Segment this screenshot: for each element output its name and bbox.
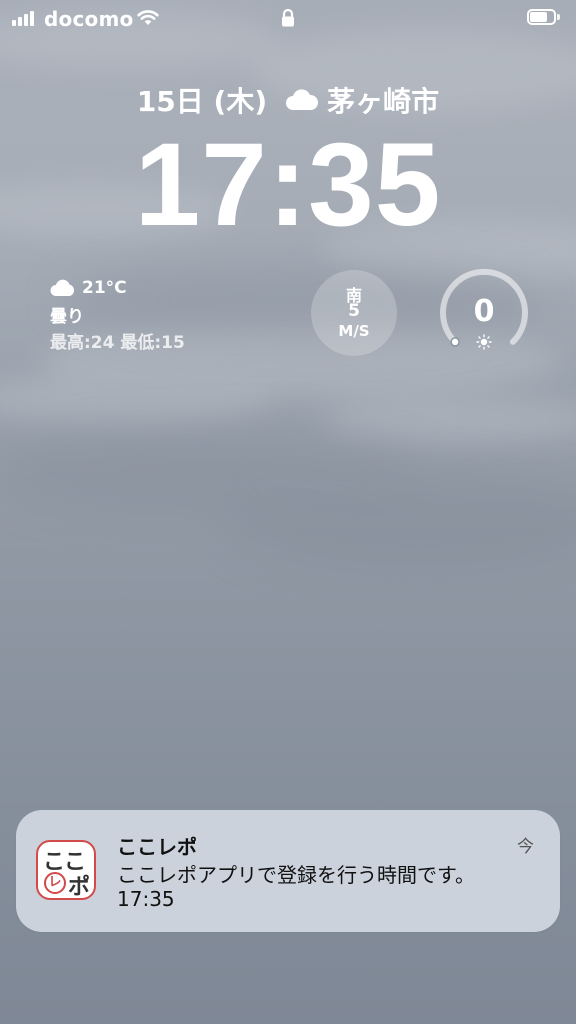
- signal-icon: [12, 10, 38, 26]
- battery-icon: [527, 9, 561, 27]
- wind-speed: 5: [348, 301, 360, 321]
- lock-screen-clock: 17:35: [134, 119, 442, 251]
- notification-time: 17:35: [117, 887, 175, 911]
- wifi-icon: [137, 10, 159, 25]
- app-icon: ここ レ ポ: [36, 840, 96, 900]
- app-icon-circle-text: レ: [44, 872, 66, 894]
- status-bar: docomo: [0, 0, 576, 40]
- uv-index-widget[interactable]: 0: [439, 268, 529, 358]
- wind-widget[interactable]: 南 5 M/S: [311, 270, 397, 356]
- date-label: 15日 (木): [136, 85, 268, 118]
- carrier-name: docomo: [44, 7, 134, 31]
- temperature-label: 21°C: [82, 278, 127, 298]
- high-low-temperature: 最高:24 最低:15: [50, 333, 185, 353]
- sun-icon: [476, 334, 492, 350]
- notification-app-name: ここレポ: [117, 835, 197, 859]
- cloud-icon: [50, 279, 75, 296]
- notification-card[interactable]: ここ レ ポ ここレポ ここレポアプリで登録を行う時間です。 17:35 今: [16, 810, 560, 932]
- lock-icon: [282, 8, 294, 27]
- app-icon-text-2: ポ: [68, 875, 91, 900]
- location-label: 茅ヶ崎市: [327, 85, 440, 118]
- weather-condition: 曇り: [50, 307, 84, 327]
- notification-received: 今: [517, 837, 534, 857]
- wind-unit: M/S: [338, 322, 370, 340]
- weather-widget[interactable]: 21°C 曇り 最高:24 最低:15: [50, 276, 270, 356]
- cloud-icon: [286, 89, 319, 110]
- date-location-row: 15日 (木) 茅ヶ崎市: [0, 80, 576, 120]
- uv-index-value: 0: [473, 294, 495, 329]
- notification-message: ここレポアプリで登録を行う時間です。: [117, 863, 475, 887]
